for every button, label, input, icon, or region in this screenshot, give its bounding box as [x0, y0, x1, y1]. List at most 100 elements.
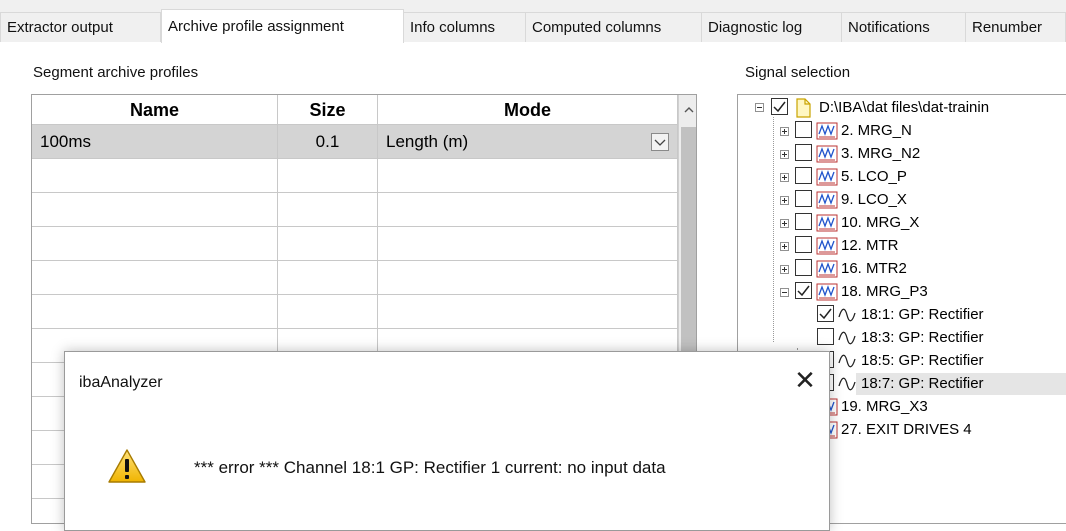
error-dialog: ibaAnalyzer ✕ *** error *** Channel 18:1…	[64, 351, 830, 531]
expand-icon[interactable]	[780, 150, 789, 159]
tree-node-label: D:\IBA\dat files\dat-trainin	[819, 99, 990, 116]
module-signal-icon	[816, 283, 838, 301]
checkbox-checked[interactable]	[771, 98, 788, 115]
column-header-mode[interactable]: Mode	[378, 95, 678, 125]
checkbox[interactable]	[817, 328, 834, 345]
tree-node-label: 18. MRG_P3	[841, 283, 928, 300]
cell-size[interactable]: 0.1	[278, 125, 378, 159]
tree-node-label: 9. LCO_X	[841, 191, 907, 208]
tab-extractor-output[interactable]: Extractor output	[0, 12, 161, 42]
cell-mode[interactable]	[378, 261, 678, 295]
module-signal-icon	[816, 145, 838, 163]
tree-node-channel[interactable]: 18:3: GP: Rectifier	[738, 327, 1066, 349]
cell-mode[interactable]	[378, 193, 678, 227]
tree-node-label: 3. MRG_N2	[841, 145, 921, 162]
tab-diagnostic-log[interactable]: Diagnostic log	[702, 12, 842, 42]
tree-node-module[interactable]: 3. MRG_N2	[738, 143, 1066, 165]
tree-node-label: 10. MRG_X	[841, 214, 920, 231]
grid-header: Name Size Mode	[32, 95, 678, 125]
table-row[interactable]	[32, 261, 678, 295]
file-icon	[794, 98, 814, 118]
tree-node-label: 18:1: GP: Rectifier	[861, 306, 984, 323]
tree-node-module[interactable]: 5. LCO_P	[738, 166, 1066, 188]
module-signal-icon	[816, 237, 838, 255]
tree-node-module-expanded[interactable]: 18. MRG_P3	[738, 281, 1066, 303]
module-signal-icon	[816, 191, 838, 209]
tree-node-label: 5. LCO_P	[841, 168, 907, 185]
cell-size[interactable]	[278, 227, 378, 261]
tree-node-module[interactable]: 2. MRG_N	[738, 120, 1066, 142]
expand-icon[interactable]	[780, 173, 789, 182]
column-header-size[interactable]: Size	[278, 95, 378, 125]
segment-archive-profiles-label: Segment archive profiles	[33, 64, 199, 81]
checkbox[interactable]	[795, 259, 812, 276]
checkbox-checked[interactable]	[817, 305, 834, 322]
tree-node-channel[interactable]: 18:1: GP: Rectifier	[738, 304, 1066, 326]
tab-info-columns[interactable]: Info columns	[404, 12, 526, 42]
checkbox[interactable]	[795, 236, 812, 253]
checkbox[interactable]	[795, 121, 812, 138]
cell-name[interactable]: 100ms	[32, 125, 278, 159]
checkbox[interactable]	[795, 190, 812, 207]
tree-node-label: 27. EXIT DRIVES 4	[841, 421, 972, 438]
expand-icon[interactable]	[780, 265, 789, 274]
collapse-icon[interactable]	[780, 288, 789, 297]
expand-icon[interactable]	[780, 196, 789, 205]
tree-node-label: 18:5: GP: Rectifier	[861, 352, 984, 369]
tree-node-module[interactable]: 12. MTR	[738, 235, 1066, 257]
cell-size[interactable]	[278, 261, 378, 295]
signal-selection-label: Signal selection	[745, 64, 851, 81]
tree-node-module[interactable]: 10. MRG_X	[738, 212, 1066, 234]
mode-combo-value: Length (m)	[386, 132, 469, 151]
checkbox[interactable]	[795, 213, 812, 230]
close-icon[interactable]: ✕	[785, 364, 825, 398]
tree-node-module[interactable]: 16. MTR2	[738, 258, 1066, 280]
dialog-title: ibaAnalyzer	[79, 374, 163, 391]
cell-name[interactable]	[32, 159, 278, 193]
cell-name[interactable]	[32, 295, 278, 329]
tree-root[interactable]: D:\IBA\dat files\dat-trainin	[738, 97, 1066, 119]
expand-icon[interactable]	[780, 242, 789, 251]
cell-name[interactable]	[32, 261, 278, 295]
dialog-message: *** error *** Channel 18:1 GP: Rectifier…	[194, 458, 666, 477]
tree-node-label: 2. MRG_N	[841, 122, 912, 139]
cell-mode[interactable]	[378, 295, 678, 329]
cell-mode[interactable]	[378, 227, 678, 261]
cell-size[interactable]	[278, 159, 378, 193]
analog-signal-icon	[837, 376, 857, 394]
analog-signal-icon	[837, 330, 857, 348]
module-signal-icon	[816, 214, 838, 232]
tree-node-module[interactable]: 9. LCO_X	[738, 189, 1066, 211]
tree-node-label: 18:3: GP: Rectifier	[861, 329, 984, 346]
tab-strip: Extractor output Archive profile assignm…	[0, 0, 1066, 43]
cell-size[interactable]	[278, 193, 378, 227]
scroll-up-icon[interactable]	[679, 95, 696, 125]
module-signal-icon	[816, 122, 838, 140]
tree-node-label: 12. MTR	[841, 237, 899, 254]
cell-name[interactable]	[32, 193, 278, 227]
tree-node-label: 18:7: GP: Rectifier	[861, 375, 984, 392]
cell-mode[interactable]	[378, 159, 678, 193]
tab-renumber[interactable]: Renumber	[966, 12, 1066, 42]
tab-notifications[interactable]: Notifications	[842, 12, 966, 42]
expand-icon[interactable]	[780, 219, 789, 228]
cell-size[interactable]	[278, 295, 378, 329]
tab-archive-profile-assignment[interactable]: Archive profile assignment	[161, 9, 404, 43]
column-header-name[interactable]: Name	[32, 95, 278, 125]
table-row[interactable]: 100ms 0.1 Length (m)	[32, 125, 678, 159]
table-row[interactable]	[32, 227, 678, 261]
checkbox[interactable]	[795, 167, 812, 184]
cell-name[interactable]	[32, 227, 278, 261]
tab-computed-columns[interactable]: Computed columns	[526, 12, 702, 42]
mode-combo[interactable]: Length (m)	[378, 125, 678, 159]
collapse-icon[interactable]	[755, 103, 764, 112]
expand-icon[interactable]	[780, 127, 789, 136]
table-row[interactable]	[32, 295, 678, 329]
checkbox-checked[interactable]	[795, 282, 812, 299]
table-row[interactable]	[32, 193, 678, 227]
table-row[interactable]	[32, 159, 678, 193]
chevron-down-icon[interactable]	[651, 133, 669, 151]
module-signal-icon	[816, 260, 838, 278]
warning-icon	[107, 448, 147, 484]
checkbox[interactable]	[795, 144, 812, 161]
